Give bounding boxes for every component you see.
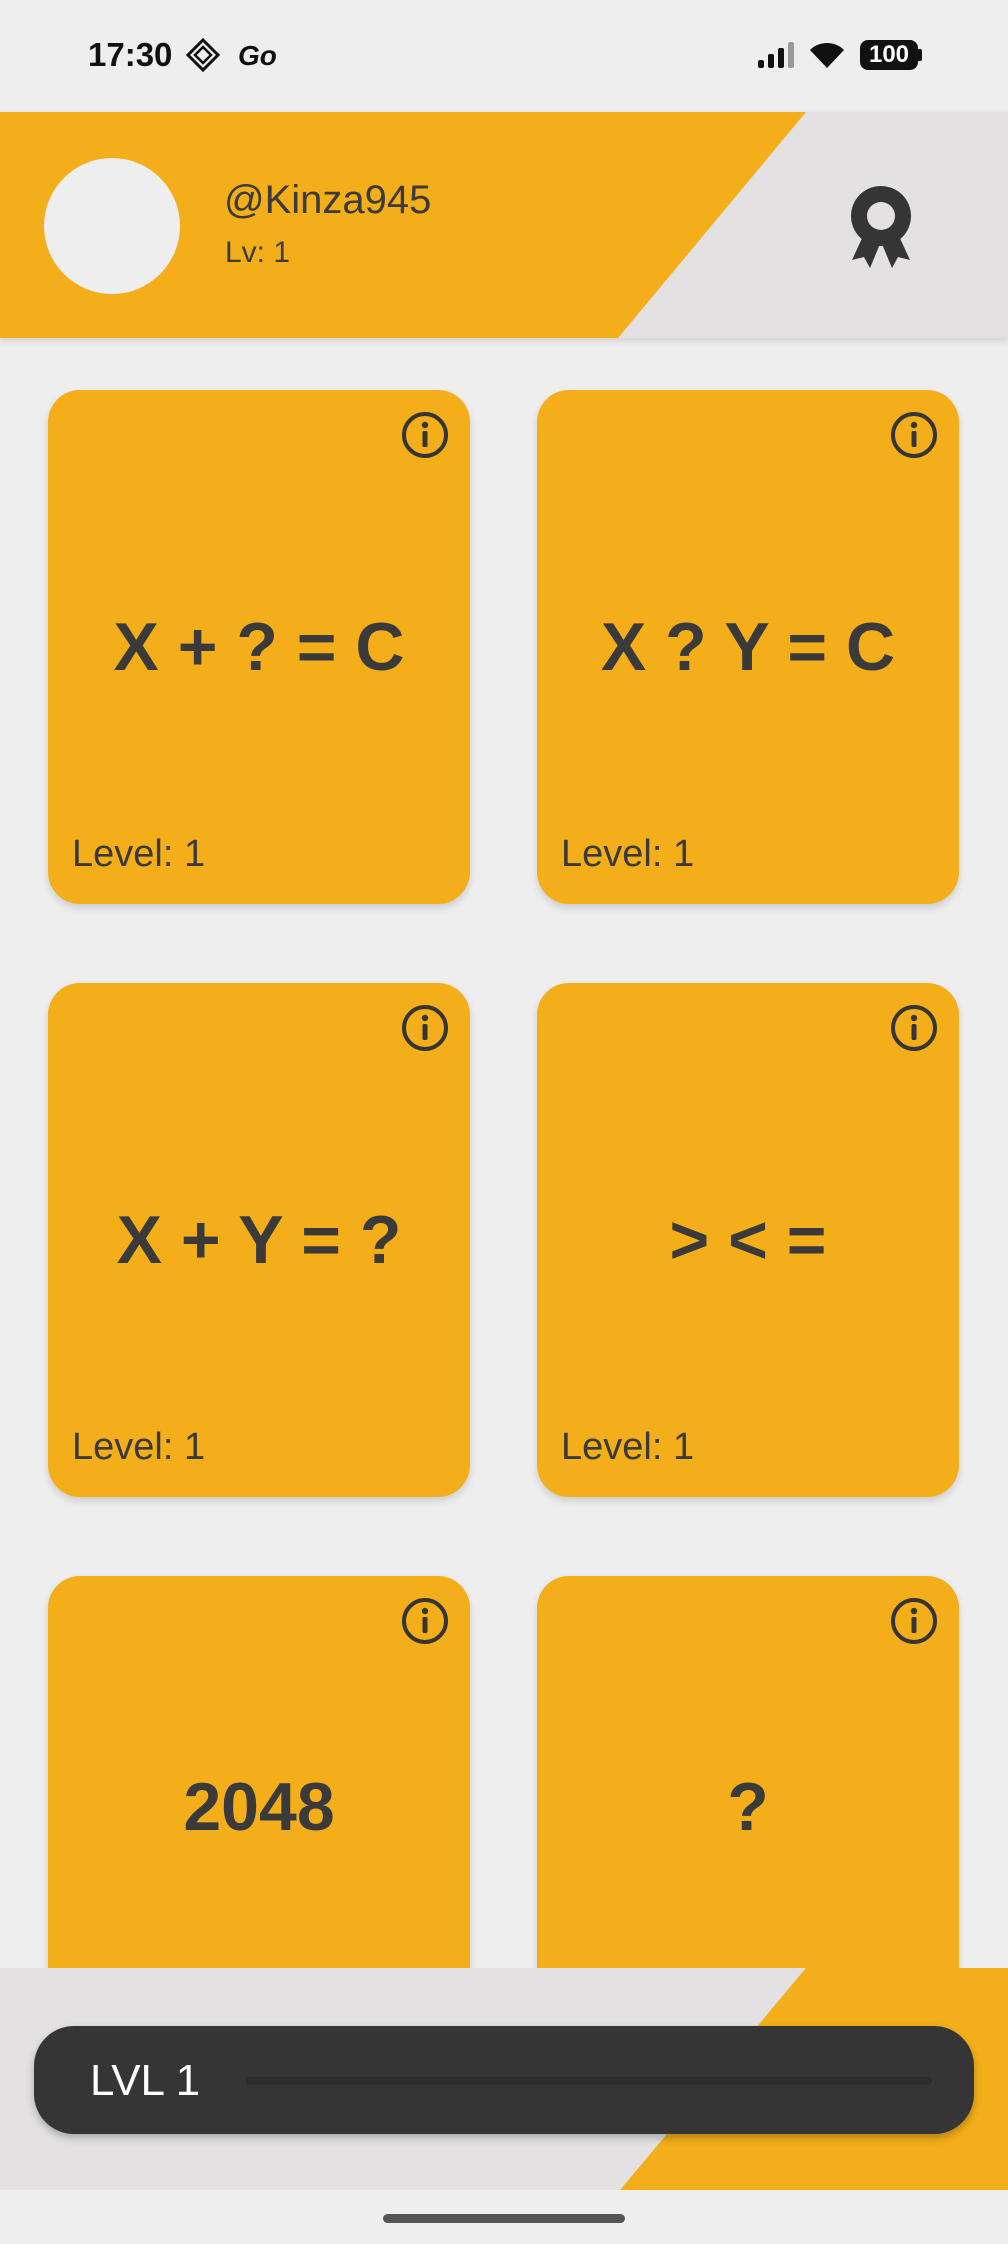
battery-icon: 100 (860, 40, 918, 70)
game-expression: > < = (669, 1202, 827, 1278)
game-card-missing-addend[interactable]: X + ? = C Level: 1 (48, 390, 470, 904)
svg-text:Go: Go (238, 40, 277, 71)
game-expression: X ? Y = C (600, 609, 896, 685)
game-expression: 2048 (183, 1769, 335, 1845)
go-app-icon: Go (238, 40, 277, 71)
game-level: Level: 1 (72, 1426, 206, 1468)
user-level: Lv: 1 (225, 236, 291, 269)
bottom-level-panel: LVL 1 (0, 1968, 1008, 2190)
achievements-award-icon[interactable] (842, 182, 920, 272)
game-level: Level: 1 (561, 1426, 695, 1468)
home-indicator[interactable] (383, 2214, 625, 2223)
battery-tip (918, 49, 922, 61)
game-grid: X + ? = C Level: 1 X ? Y = C Level: 1 X … (0, 338, 1008, 1968)
avatar[interactable] (44, 158, 180, 294)
game-expression: X + ? = C (113, 609, 405, 685)
game-card-missing-sum[interactable]: X + Y = ? Level: 1 (48, 983, 470, 1497)
level-label: LVL 1 (90, 2056, 201, 2105)
status-bar: 17:30 Go 100 (0, 0, 1008, 112)
level-progress-bar: LVL 1 (34, 2026, 974, 2134)
game-level: Level: 1 (561, 833, 695, 875)
game-card-mystery[interactable]: ? (537, 1576, 959, 1968)
username: @Kinza945 (224, 178, 432, 222)
battery-level: 100 (868, 41, 910, 68)
game-card-comparison[interactable]: > < = Level: 1 (537, 983, 959, 1497)
game-card-missing-operator[interactable]: X ? Y = C Level: 1 (537, 390, 959, 904)
game-expression: ? (727, 1769, 769, 1845)
game-card-2048[interactable]: 2048 (48, 1576, 470, 1968)
game-level: Level: 1 (72, 833, 206, 875)
status-time: 17:30 (88, 36, 173, 73)
profile-header: @Kinza945 Lv: 1 (0, 112, 1008, 338)
signal-icon (758, 42, 794, 68)
game-expression: X + Y = ? (116, 1202, 402, 1278)
level-progress-track (246, 2077, 932, 2085)
wifi-icon (810, 42, 844, 68)
app-notification-icon (186, 38, 220, 72)
